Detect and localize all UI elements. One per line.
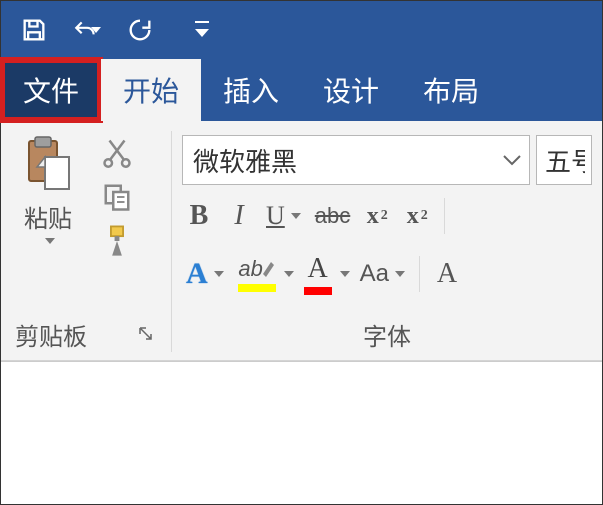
superscript-button[interactable]: x2	[400, 195, 434, 237]
redo-button[interactable]	[125, 15, 155, 45]
save-icon	[20, 16, 48, 44]
tab-design[interactable]: 设计	[301, 59, 401, 121]
font-color-button[interactable]: A	[300, 253, 336, 295]
italic-button[interactable]: I	[222, 195, 256, 237]
font-name-value: 微软雅黑	[193, 142, 297, 179]
tab-insert[interactable]: 插入	[201, 59, 301, 121]
group-font: 微软雅黑 五号 B I U abc x2 x2	[172, 121, 602, 360]
clipboard-dialog-launcher[interactable]	[135, 323, 157, 345]
text-effects-dropdown[interactable]	[214, 271, 224, 277]
copy-button[interactable]	[99, 179, 135, 215]
underline-dropdown[interactable]	[291, 213, 301, 219]
tab-label: 插入	[223, 70, 279, 110]
quick-access-toolbar	[1, 1, 602, 59]
paste-dropdown[interactable]	[41, 238, 55, 244]
strikethrough-button[interactable]: abc	[311, 195, 354, 237]
customize-qat-button[interactable]	[187, 15, 217, 45]
tab-home[interactable]: 开始	[101, 59, 201, 121]
tab-layout[interactable]: 布局	[401, 59, 501, 121]
group-title-clipboard: 剪贴板	[15, 307, 87, 360]
highlight-swatch	[238, 284, 276, 292]
bold-button[interactable]: B	[182, 195, 216, 237]
text-effects-button[interactable]: A	[182, 253, 228, 295]
group-title-font: 字体	[363, 307, 411, 360]
highlight-button[interactable]: ab	[234, 253, 280, 295]
dropdown-caret-icon	[91, 23, 101, 37]
document-area[interactable]	[1, 361, 602, 501]
font-size-value: 五号	[545, 142, 585, 179]
format-painter-button[interactable]	[99, 223, 135, 259]
cut-icon	[102, 137, 132, 169]
tab-label: 文件	[23, 70, 79, 110]
mini-separator	[419, 256, 420, 292]
change-case-dropdown[interactable]	[395, 271, 405, 277]
tab-file[interactable]: 文件	[1, 59, 101, 121]
tab-label: 布局	[423, 70, 479, 110]
font-color-swatch	[304, 287, 332, 295]
dialog-launcher-icon	[138, 326, 154, 342]
mini-separator	[444, 198, 445, 234]
copy-icon	[102, 181, 132, 213]
subscript-button[interactable]: x2	[360, 195, 394, 237]
customize-icon	[193, 19, 211, 41]
highlighter-icon	[261, 260, 275, 278]
clear-formatting-button[interactable]: A	[430, 253, 464, 295]
font-name-combo[interactable]: 微软雅黑	[182, 135, 530, 185]
tab-label: 设计	[323, 70, 379, 110]
ribbon-tabs: 文件 开始 插入 设计 布局	[1, 59, 602, 121]
underline-button[interactable]: U	[262, 195, 305, 237]
ribbon-home: 粘贴	[1, 121, 602, 361]
font-size-combo[interactable]: 五号	[536, 135, 592, 185]
tab-label: 开始	[123, 70, 179, 110]
font-color-dropdown[interactable]	[340, 271, 350, 277]
cut-button[interactable]	[99, 135, 135, 171]
format-painter-icon	[102, 224, 132, 258]
save-button[interactable]	[19, 15, 49, 45]
redo-icon	[126, 16, 154, 44]
highlight-dropdown[interactable]	[284, 271, 294, 277]
undo-dropdown[interactable]	[89, 15, 103, 45]
group-clipboard: 粘贴	[1, 121, 171, 360]
chevron-down-icon	[501, 152, 523, 168]
paste-label: 粘贴	[24, 199, 72, 234]
paste-button[interactable]: 粘贴	[11, 135, 85, 259]
paste-icon	[23, 135, 73, 193]
change-case-button[interactable]: Aa	[356, 253, 409, 295]
